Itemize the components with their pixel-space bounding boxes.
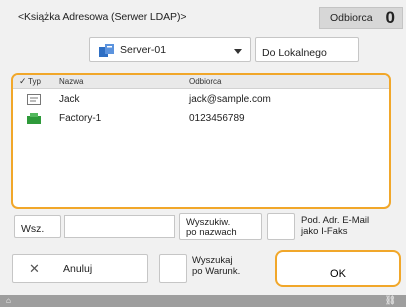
all-button[interactable]: Wsz. [14, 215, 61, 238]
recipient-counter: Odbiorca 0 [319, 7, 403, 29]
ok-button[interactable]: OK [275, 250, 401, 287]
advanced-search-toggle[interactable] [159, 254, 187, 283]
email-icon [27, 94, 41, 105]
page-title: <Książka Adresowa (Serwer LDAP)> [18, 11, 187, 23]
check-column-icon[interactable]: ✓ [19, 76, 27, 87]
close-icon: ✕ [29, 261, 40, 276]
list-item[interactable]: Factory-1 0123456789 [13, 109, 389, 128]
fax-icon [27, 113, 41, 124]
name-column-header[interactable]: Nazwa [59, 77, 83, 86]
type-column-header[interactable]: Typ [28, 77, 41, 86]
email-ifax-label: Pod. Adr. E-Mail jako I-Faks [301, 215, 369, 237]
list-item[interactable]: Jack jack@sample.com [13, 90, 389, 109]
address-list[interactable]: ✓ Typ Nazwa Odbiorca Jack jack@sample.co… [11, 73, 391, 209]
to-local-button[interactable]: Do Lokalnego [255, 37, 359, 62]
list-item-name: Jack [59, 94, 80, 105]
network-status-icon: ⛓ [384, 295, 396, 305]
email-ifax-label-2: jako I-Faks [301, 226, 348, 237]
chevron-down-icon [234, 49, 242, 54]
status-bar: ⌂ ⛓ [0, 295, 406, 307]
list-item-name: Factory-1 [59, 113, 102, 124]
server-selected-value: Server-01 [120, 44, 167, 56]
recipient-label: Odbiorca [330, 12, 373, 24]
cancel-label: Anuluj [63, 263, 93, 275]
server-icon [99, 44, 114, 57]
advanced-search-label: Wyszukaj po Warunk. [192, 255, 240, 277]
list-item-value: jack@sample.com [189, 94, 271, 105]
search-input[interactable] [64, 215, 175, 238]
email-ifax-label-1: Pod. Adr. E-Mail [301, 215, 370, 226]
cancel-button[interactable]: ✕ Anuluj [12, 254, 148, 283]
list-header: ✓ Typ Nazwa Odbiorca [13, 75, 389, 89]
status-indicator-icon: ⌂ [6, 296, 11, 305]
recipient-column-header[interactable]: Odbiorca [189, 77, 221, 86]
search-by-name-label-2: po nazwach [186, 227, 237, 238]
ldap-address-book-panel: <Książka Adresowa (Serwer LDAP)> Odbiorc… [0, 0, 406, 295]
recipient-count: 0 [385, 8, 395, 27]
advanced-search-label-1: Wyszukaj [192, 255, 233, 266]
search-by-name-button[interactable]: Wyszukiw. po nazwach [179, 213, 262, 240]
advanced-search-label-2: po Warunk. [192, 266, 241, 277]
list-item-value: 0123456789 [189, 113, 245, 124]
email-ifax-toggle[interactable] [267, 213, 295, 240]
server-dropdown[interactable]: Server-01 [89, 37, 251, 62]
